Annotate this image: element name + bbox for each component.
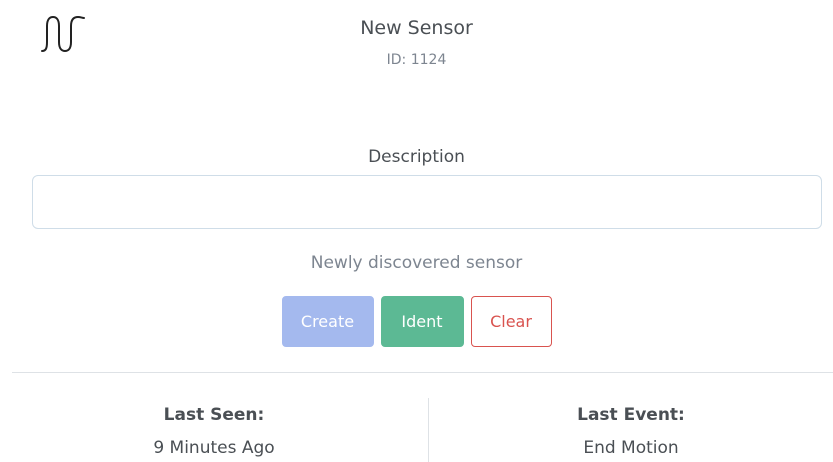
description-label: Description bbox=[368, 147, 465, 167]
create-button[interactable]: Create bbox=[281, 296, 374, 347]
last-event-label: Last Event: bbox=[577, 405, 685, 425]
sensor-header: New Sensor ID: 1124 bbox=[0, 14, 833, 70]
ident-button[interactable]: Ident bbox=[380, 296, 464, 347]
last-seen-label: Last Seen: bbox=[163, 405, 265, 425]
action-buttons: Create Ident Clear bbox=[0, 296, 833, 347]
sensor-id: ID: 1124 bbox=[386, 52, 447, 68]
last-seen-stat: Last Seen: 9 Minutes Ago bbox=[0, 402, 428, 461]
section-divider bbox=[12, 372, 833, 373]
description-help-text: Newly discovered sensor bbox=[310, 253, 523, 273]
description-input[interactable] bbox=[32, 175, 822, 229]
last-event-stat: Last Event: End Motion bbox=[429, 402, 833, 461]
clear-button[interactable]: Clear bbox=[470, 296, 552, 347]
last-seen-value: 9 Minutes Ago bbox=[153, 438, 275, 458]
last-event-value: End Motion bbox=[583, 438, 679, 458]
page-title: New Sensor bbox=[360, 17, 473, 39]
